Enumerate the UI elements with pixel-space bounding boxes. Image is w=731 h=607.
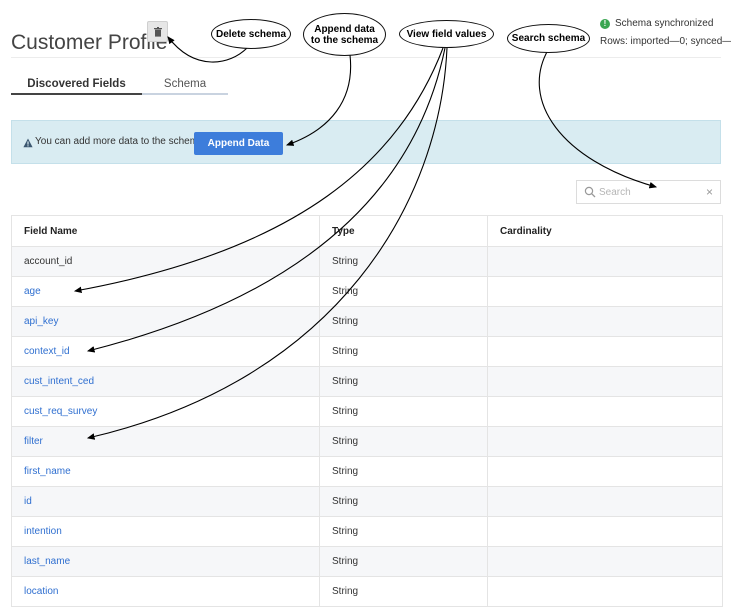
delete-schema-button[interactable] (147, 21, 168, 42)
warning-icon (23, 138, 33, 148)
field-name-link[interactable]: age (12, 277, 320, 306)
field-name-link[interactable]: location (12, 577, 320, 606)
append-data-button[interactable]: Append Data (194, 132, 283, 155)
callout-view-field-values: View field values (399, 20, 494, 48)
sync-status: ! Schema synchronized Rows: imported—0; … (600, 15, 731, 51)
field-type-cell: String (320, 547, 488, 576)
field-type-cell: String (320, 307, 488, 336)
close-icon[interactable]: × (706, 185, 713, 199)
field-type-cell: String (320, 277, 488, 306)
table-row: account_id String (12, 247, 722, 277)
field-cardinality-cell (488, 427, 722, 456)
table-row: api_key String (12, 307, 722, 337)
callout-view-field-values-text: View field values (406, 28, 487, 40)
field-type-cell: String (320, 397, 488, 426)
callout-delete-schema-text: Delete schema (215, 28, 287, 40)
tab-discovered-fields[interactable]: Discovered Fields (11, 75, 142, 95)
field-name-cell: account_id (12, 247, 320, 276)
column-header-cardinality[interactable]: Cardinality (488, 216, 722, 246)
tab-bar: Discovered Fields Schema (11, 75, 228, 95)
callout-delete-schema: Delete schema (211, 19, 291, 49)
banner-message: You can add more data to the schema. (35, 136, 207, 147)
table-row: intention String (12, 517, 722, 547)
table-row: location String (12, 577, 722, 607)
callout-search-schema: Search schema (507, 24, 590, 53)
field-type-cell: String (320, 427, 488, 456)
field-cardinality-cell (488, 577, 722, 606)
table-header-row: Field Name Type Cardinality (12, 216, 722, 247)
field-type-cell: String (320, 487, 488, 516)
field-cardinality-cell (488, 547, 722, 576)
fields-table: Field Name Type Cardinality account_id S… (11, 215, 723, 607)
rows-count-text: Rows: imported—0; synced—0 (600, 36, 731, 47)
field-cardinality-cell (488, 517, 722, 546)
field-type-cell: String (320, 337, 488, 366)
field-type-cell: String (320, 457, 488, 486)
search-field[interactable]: × (576, 180, 721, 204)
table-row: filter String (12, 427, 722, 457)
field-type-cell: String (320, 577, 488, 606)
field-name-link[interactable]: filter (12, 427, 320, 456)
check-circle-icon: ! (600, 19, 610, 29)
table-row: first_name String (12, 457, 722, 487)
table-row: age String (12, 277, 722, 307)
field-name-link[interactable]: intention (12, 517, 320, 546)
field-name-link[interactable]: cust_req_survey (12, 397, 320, 426)
column-header-field-name[interactable]: Field Name (12, 216, 320, 246)
field-cardinality-cell (488, 397, 722, 426)
field-name-link[interactable]: context_id (12, 337, 320, 366)
table-row: last_name String (12, 547, 722, 577)
callout-search-schema-text: Search schema (511, 33, 586, 44)
field-name-link[interactable]: id (12, 487, 320, 516)
field-cardinality-cell (488, 457, 722, 486)
callout-append-data: Append data to the schema (303, 13, 386, 56)
append-data-banner: You can add more data to the schema. App… (11, 120, 721, 164)
search-input[interactable] (599, 184, 699, 200)
tab-schema[interactable]: Schema (142, 75, 228, 95)
callout-append-data-line2: to the schema (310, 34, 379, 46)
field-cardinality-cell (488, 337, 722, 366)
table-row: id String (12, 487, 722, 517)
table-row: cust_req_survey String (12, 397, 722, 427)
page-title: Customer Profile (11, 31, 168, 55)
field-cardinality-cell (488, 247, 722, 276)
field-cardinality-cell (488, 307, 722, 336)
field-name-link[interactable]: api_key (12, 307, 320, 336)
field-type-cell: String (320, 517, 488, 546)
field-type-cell: String (320, 367, 488, 396)
field-cardinality-cell (488, 487, 722, 516)
table-row: cust_intent_ced String (12, 367, 722, 397)
field-name-link[interactable]: cust_intent_ced (12, 367, 320, 396)
field-name-link[interactable]: last_name (12, 547, 320, 576)
table-row: context_id String (12, 337, 722, 367)
arrow-search-schema (538, 49, 658, 189)
sync-status-text: Schema synchronized (615, 18, 714, 29)
field-cardinality-cell (488, 277, 722, 306)
field-type-cell: String (320, 247, 488, 276)
field-cardinality-cell (488, 367, 722, 396)
callout-append-data-line1: Append data (314, 23, 375, 35)
column-header-type[interactable]: Type (320, 216, 488, 246)
trash-icon (153, 26, 162, 37)
header-divider (11, 57, 721, 58)
search-icon (584, 186, 596, 198)
field-name-link[interactable]: first_name (12, 457, 320, 486)
